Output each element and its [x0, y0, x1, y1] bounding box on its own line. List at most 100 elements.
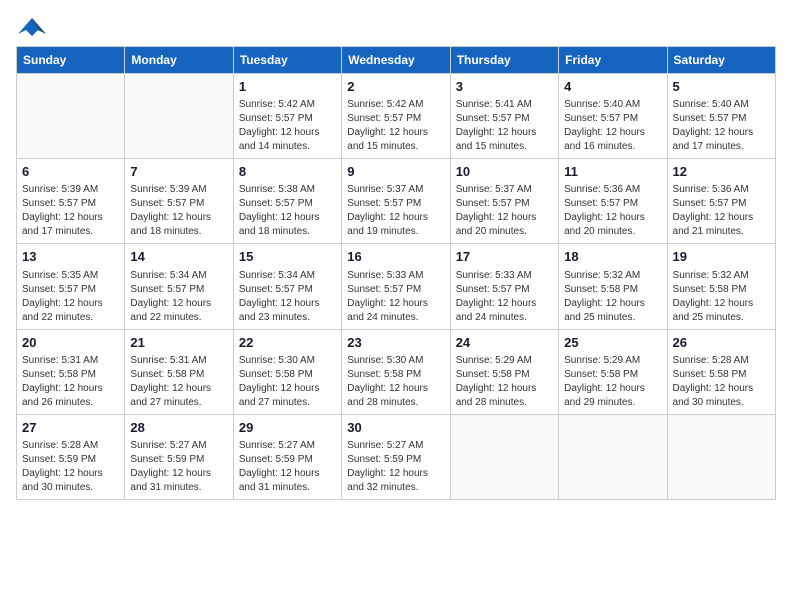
day-info: Sunrise: 5:37 AMSunset: 5:57 PMDaylight:… — [347, 183, 444, 239]
day-info: Sunrise: 5:30 AMSunset: 5:58 PMDaylight:… — [347, 354, 444, 410]
day-number: 17 — [456, 248, 553, 266]
day-number: 19 — [673, 248, 770, 266]
day-info: Sunrise: 5:29 AMSunset: 5:58 PMDaylight:… — [564, 354, 661, 410]
day-number: 13 — [22, 248, 119, 266]
day-info: Sunrise: 5:41 AMSunset: 5:57 PMDaylight:… — [456, 98, 553, 154]
day-number: 10 — [456, 163, 553, 181]
day-number: 8 — [239, 163, 336, 181]
day-info: Sunrise: 5:33 AMSunset: 5:57 PMDaylight:… — [456, 269, 553, 325]
day-info: Sunrise: 5:34 AMSunset: 5:57 PMDaylight:… — [239, 269, 336, 325]
day-number: 3 — [456, 78, 553, 96]
day-info: Sunrise: 5:28 AMSunset: 5:58 PMDaylight:… — [673, 354, 770, 410]
calendar-cell: 21 Sunrise: 5:31 AMSunset: 5:58 PMDayligh… — [125, 329, 233, 414]
day-info: Sunrise: 5:38 AMSunset: 5:57 PMDaylight:… — [239, 183, 336, 239]
calendar-cell: 15 Sunrise: 5:34 AMSunset: 5:57 PMDayligh… — [233, 244, 341, 329]
day-number: 23 — [347, 334, 444, 352]
logo-bird-icon — [18, 16, 46, 38]
day-info: Sunrise: 5:35 AMSunset: 5:57 PMDaylight:… — [22, 269, 119, 325]
calendar-cell: 16 Sunrise: 5:33 AMSunset: 5:57 PMDayligh… — [342, 244, 450, 329]
calendar-cell: 23 Sunrise: 5:30 AMSunset: 5:58 PMDayligh… — [342, 329, 450, 414]
day-info: Sunrise: 5:39 AMSunset: 5:57 PMDaylight:… — [130, 183, 227, 239]
day-info: Sunrise: 5:33 AMSunset: 5:57 PMDaylight:… — [347, 269, 444, 325]
week-row-2: 6 Sunrise: 5:39 AMSunset: 5:57 PMDaylight… — [17, 159, 776, 244]
day-info: Sunrise: 5:40 AMSunset: 5:57 PMDaylight:… — [564, 98, 661, 154]
calendar-cell — [559, 414, 667, 499]
day-info: Sunrise: 5:32 AMSunset: 5:58 PMDaylight:… — [564, 269, 661, 325]
calendar-cell: 17 Sunrise: 5:33 AMSunset: 5:57 PMDayligh… — [450, 244, 558, 329]
calendar-cell: 26 Sunrise: 5:28 AMSunset: 5:58 PMDayligh… — [667, 329, 775, 414]
calendar-cell: 24 Sunrise: 5:29 AMSunset: 5:58 PMDayligh… — [450, 329, 558, 414]
day-info: Sunrise: 5:29 AMSunset: 5:58 PMDaylight:… — [456, 354, 553, 410]
logo — [16, 16, 46, 38]
day-info: Sunrise: 5:31 AMSunset: 5:58 PMDaylight:… — [130, 354, 227, 410]
calendar-cell — [17, 74, 125, 159]
calendar-cell: 19 Sunrise: 5:32 AMSunset: 5:58 PMDayligh… — [667, 244, 775, 329]
calendar-cell: 30 Sunrise: 5:27 AMSunset: 5:59 PMDayligh… — [342, 414, 450, 499]
day-number: 22 — [239, 334, 336, 352]
day-number: 4 — [564, 78, 661, 96]
day-info: Sunrise: 5:32 AMSunset: 5:58 PMDaylight:… — [673, 269, 770, 325]
calendar-cell: 3 Sunrise: 5:41 AMSunset: 5:57 PMDaylight… — [450, 74, 558, 159]
day-number: 15 — [239, 248, 336, 266]
day-number: 16 — [347, 248, 444, 266]
day-info: Sunrise: 5:27 AMSunset: 5:59 PMDaylight:… — [239, 439, 336, 495]
day-info: Sunrise: 5:37 AMSunset: 5:57 PMDaylight:… — [456, 183, 553, 239]
day-info: Sunrise: 5:42 AMSunset: 5:57 PMDaylight:… — [347, 98, 444, 154]
day-info: Sunrise: 5:42 AMSunset: 5:57 PMDaylight:… — [239, 98, 336, 154]
day-number: 2 — [347, 78, 444, 96]
calendar-cell: 11 Sunrise: 5:36 AMSunset: 5:57 PMDayligh… — [559, 159, 667, 244]
day-header-friday: Friday — [559, 47, 667, 74]
calendar-cell: 7 Sunrise: 5:39 AMSunset: 5:57 PMDaylight… — [125, 159, 233, 244]
day-info: Sunrise: 5:27 AMSunset: 5:59 PMDaylight:… — [347, 439, 444, 495]
calendar-cell: 10 Sunrise: 5:37 AMSunset: 5:57 PMDayligh… — [450, 159, 558, 244]
calendar-header-row: SundayMondayTuesdayWednesdayThursdayFrid… — [17, 47, 776, 74]
calendar-cell: 14 Sunrise: 5:34 AMSunset: 5:57 PMDayligh… — [125, 244, 233, 329]
day-info: Sunrise: 5:31 AMSunset: 5:58 PMDaylight:… — [22, 354, 119, 410]
day-number: 6 — [22, 163, 119, 181]
day-info: Sunrise: 5:30 AMSunset: 5:58 PMDaylight:… — [239, 354, 336, 410]
calendar-cell — [450, 414, 558, 499]
day-number: 7 — [130, 163, 227, 181]
day-number: 9 — [347, 163, 444, 181]
day-header-monday: Monday — [125, 47, 233, 74]
calendar-cell: 9 Sunrise: 5:37 AMSunset: 5:57 PMDaylight… — [342, 159, 450, 244]
day-header-wednesday: Wednesday — [342, 47, 450, 74]
calendar-cell: 13 Sunrise: 5:35 AMSunset: 5:57 PMDayligh… — [17, 244, 125, 329]
day-number: 12 — [673, 163, 770, 181]
day-number: 28 — [130, 419, 227, 437]
day-number: 30 — [347, 419, 444, 437]
calendar-cell — [125, 74, 233, 159]
calendar-cell: 18Sunrise: 5:32 AMSunset: 5:58 PMDayligh… — [559, 244, 667, 329]
week-row-4: 20 Sunrise: 5:31 AMSunset: 5:58 PMDayligh… — [17, 329, 776, 414]
calendar-cell: 28Sunrise: 5:27 AMSunset: 5:59 PMDayligh… — [125, 414, 233, 499]
day-number: 5 — [673, 78, 770, 96]
day-number: 14 — [130, 248, 227, 266]
day-number: 11 — [564, 163, 661, 181]
week-row-3: 13 Sunrise: 5:35 AMSunset: 5:57 PMDayligh… — [17, 244, 776, 329]
day-info: Sunrise: 5:36 AMSunset: 5:57 PMDaylight:… — [564, 183, 661, 239]
day-header-sunday: Sunday — [17, 47, 125, 74]
calendar-cell: 6 Sunrise: 5:39 AMSunset: 5:57 PMDaylight… — [17, 159, 125, 244]
calendar-cell: 12Sunrise: 5:36 AMSunset: 5:57 PMDayligh… — [667, 159, 775, 244]
day-number: 27 — [22, 419, 119, 437]
day-number: 21 — [130, 334, 227, 352]
calendar-cell: 4 Sunrise: 5:40 AMSunset: 5:57 PMDaylight… — [559, 74, 667, 159]
calendar-cell: 20 Sunrise: 5:31 AMSunset: 5:58 PMDayligh… — [17, 329, 125, 414]
day-info: Sunrise: 5:34 AMSunset: 5:57 PMDaylight:… — [130, 269, 227, 325]
day-number: 26 — [673, 334, 770, 352]
week-row-1: 1 Sunrise: 5:42 AMSunset: 5:57 PMDaylight… — [17, 74, 776, 159]
day-info: Sunrise: 5:40 AMSunset: 5:57 PMDaylight:… — [673, 98, 770, 154]
calendar-table: SundayMondayTuesdayWednesdayThursdayFrid… — [16, 46, 776, 500]
day-header-thursday: Thursday — [450, 47, 558, 74]
calendar-cell: 25Sunrise: 5:29 AMSunset: 5:58 PMDayligh… — [559, 329, 667, 414]
day-number: 1 — [239, 78, 336, 96]
calendar-cell: 29 Sunrise: 5:27 AMSunset: 5:59 PMDayligh… — [233, 414, 341, 499]
day-number: 29 — [239, 419, 336, 437]
calendar-cell: 8 Sunrise: 5:38 AMSunset: 5:57 PMDaylight… — [233, 159, 341, 244]
day-info: Sunrise: 5:39 AMSunset: 5:57 PMDaylight:… — [22, 183, 119, 239]
day-number: 24 — [456, 334, 553, 352]
calendar-cell: 2 Sunrise: 5:42 AMSunset: 5:57 PMDaylight… — [342, 74, 450, 159]
day-header-tuesday: Tuesday — [233, 47, 341, 74]
day-number: 20 — [22, 334, 119, 352]
week-row-5: 27Sunrise: 5:28 AMSunset: 5:59 PMDayligh… — [17, 414, 776, 499]
